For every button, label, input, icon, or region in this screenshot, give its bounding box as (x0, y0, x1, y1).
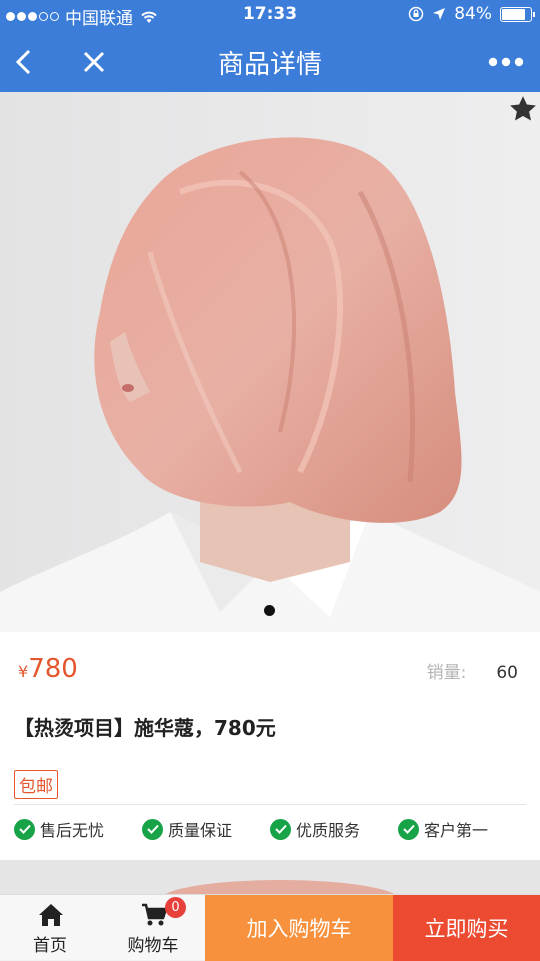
nav-bar: 商品详情 (0, 30, 540, 92)
cart-icon (142, 903, 167, 926)
location-icon (433, 8, 446, 20)
product-image[interactable] (0, 92, 540, 632)
carousel-indicator[interactable] (264, 605, 275, 616)
guarantee-label: 优质服务 (296, 821, 361, 840)
check-icon (142, 818, 163, 840)
status-right: 84% (408, 4, 535, 24)
guarantee-list: 售后无忧 质量保证 优质服务 客户第一 (14, 817, 526, 841)
divider (14, 804, 526, 805)
tab-cart[interactable]: 0 购物车 (103, 895, 203, 961)
product-photo (0, 92, 540, 632)
page-title: 商品详情 (217, 50, 322, 80)
currency-symbol: ¥ (18, 662, 29, 681)
guarantee-item: 优质服务 (270, 817, 398, 841)
check-icon (270, 818, 291, 840)
free-shipping-tag: 包邮 (14, 770, 58, 799)
product-title: 【热烫项目】施华蔻，780元 (14, 716, 276, 740)
sales-count: 销量: 60 (427, 658, 518, 683)
star-icon (510, 96, 536, 121)
battery-percent: 84% (454, 4, 492, 24)
bottom-bar: 首页 0 购物车 加入购物车 立即购买 (0, 894, 540, 961)
status-bar: 中国联通 17:33 84% (0, 0, 540, 30)
home-icon (39, 904, 63, 926)
sales-label: 销量: (426, 663, 467, 683)
guarantee-label: 质量保证 (168, 821, 233, 840)
add-to-cart-button[interactable]: 加入购物车 (205, 895, 393, 961)
guarantee-label: 客户第一 (424, 821, 489, 840)
check-icon (398, 818, 419, 840)
battery-icon (500, 6, 535, 22)
rotation-lock-icon (408, 6, 424, 22)
guarantee-label: 售后无忧 (40, 821, 105, 840)
cart-badge: 0 (165, 897, 186, 918)
tab-home-label: 首页 (33, 936, 67, 956)
tab-cart-label: 购物车 (127, 936, 179, 956)
product-info: ¥780 销量: 60 【热烫项目】施华蔻，780元 包邮 售后无忧 质量保证 优… (0, 632, 540, 860)
buy-now-button[interactable]: 立即购买 (393, 895, 540, 961)
price-value: 780 (28, 654, 78, 684)
more-icon (488, 57, 524, 67)
more-button[interactable] (486, 42, 526, 82)
sales-value: 60 (496, 663, 518, 683)
guarantee-item: 售后无忧 (14, 817, 142, 841)
check-icon (14, 818, 35, 840)
guarantee-item: 客户第一 (398, 817, 526, 841)
guarantee-item: 质量保证 (142, 817, 270, 841)
price: ¥780 (18, 654, 78, 684)
tab-home[interactable]: 首页 (0, 895, 100, 961)
favorite-button[interactable] (508, 94, 538, 128)
